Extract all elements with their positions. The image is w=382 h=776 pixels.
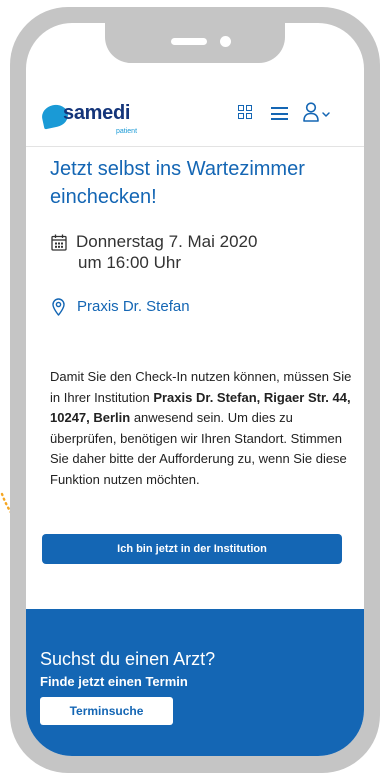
user-menu-button[interactable] <box>303 102 333 122</box>
menu-icon[interactable] <box>271 107 288 120</box>
app-header: samedi patient <box>26 93 364 147</box>
terminsuche-button[interactable]: Terminsuche <box>40 697 173 725</box>
calendar-icon <box>51 234 67 251</box>
chevron-down-icon <box>322 112 330 117</box>
appointment-day: Donnerstag 7. Mai 2020 <box>76 232 258 251</box>
banner-subtitle: Finde jetzt einen Termin <box>40 674 188 689</box>
speaker-icon <box>171 38 207 45</box>
logo-text: samedi <box>63 102 131 124</box>
logo-subtext: patient <box>116 128 138 135</box>
camera-icon <box>220 36 231 47</box>
samedi-logo[interactable]: samedi patient <box>39 101 152 141</box>
page-title: Jetzt selbst ins Wartezimmer einchecken! <box>50 158 305 208</box>
phone-frame: samedi patient Jetzt selbst ins Wartezim… <box>10 7 380 773</box>
phone-screen: samedi patient Jetzt selbst ins Wartezim… <box>26 23 364 756</box>
grid-icon[interactable] <box>238 105 252 119</box>
appointment-datetime: Donnerstag 7. Mai 2020 um 16:00 Uhr <box>76 231 336 273</box>
phone-notch <box>105 23 285 63</box>
location-pin-icon <box>52 298 65 316</box>
user-icon <box>303 102 319 122</box>
appointment-time: um 16:00 Uhr <box>78 253 181 272</box>
banner-title: Suchst du einen Arzt? <box>40 649 216 669</box>
doctor-search-banner: Suchst du einen Arzt? Finde jetzt einen … <box>26 609 364 756</box>
checkin-description: Damit Sie den Check-In nutzen können, mü… <box>50 367 352 490</box>
checkin-button[interactable]: Ich bin jetzt in der Institution <box>42 534 342 564</box>
stage: samedi patient Jetzt selbst ins Wartezim… <box>0 0 382 776</box>
practice-name[interactable]: Praxis Dr. Stefan <box>77 297 190 317</box>
